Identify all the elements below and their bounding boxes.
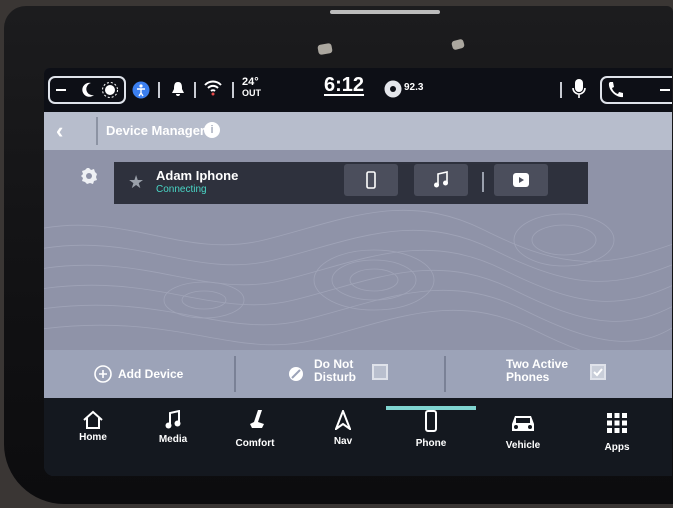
climate-mode-pill[interactable]: [48, 76, 126, 104]
star-icon[interactable]: ★: [128, 172, 144, 193]
do-not-disturb-icon: [289, 367, 303, 381]
add-circle-icon: [94, 365, 112, 383]
nav-apps-label: Apps: [604, 442, 630, 453]
device-actions-bar: Add Device Do Not Disturb Two Active Pho…: [44, 350, 672, 398]
page-title: Device Manager: [106, 123, 205, 138]
do-not-disturb-toggle[interactable]: Do Not Disturb: [284, 354, 404, 394]
wifi-icon: [204, 80, 222, 96]
bezel-glint: [330, 10, 440, 14]
minus-icon: [660, 89, 670, 91]
minus-icon: [56, 89, 66, 91]
moon-icon: [82, 82, 94, 97]
nav-vehicle[interactable]: Vehicle: [484, 398, 562, 468]
page-header: ‹ Device Manager i: [44, 112, 672, 150]
radio-icon[interactable]: [384, 80, 402, 98]
nav-media[interactable]: Media: [134, 398, 212, 468]
two-active-phones-toggle[interactable]: Two Active Phones: [494, 354, 624, 394]
phone-device-icon: [366, 171, 376, 189]
do-not-disturb-label: Do Not: [314, 357, 354, 371]
phone-icon: [608, 82, 623, 98]
bottom-nav: Home Media Comfort Nav Phone Vehicle App…: [44, 398, 672, 476]
car-icon: [512, 416, 534, 431]
nav-media-label: Media: [158, 434, 188, 445]
nav-nav-label: Nav: [333, 436, 353, 447]
separator: [194, 82, 196, 98]
separator: [444, 356, 446, 392]
back-button[interactable]: ‹: [56, 120, 78, 142]
info-icon[interactable]: i: [204, 122, 220, 138]
infotainment-screen: 24° OUT 6:12 92.3 ‹ Device Manager i ★ A…: [44, 68, 672, 476]
sun-icon: [102, 82, 118, 98]
nav-apps[interactable]: Apps: [578, 398, 656, 468]
projection-icon: [513, 173, 529, 187]
two-active-phones-checkbox[interactable]: [590, 364, 606, 380]
nav-comfort[interactable]: Comfort: [216, 398, 294, 468]
separator: [96, 117, 98, 145]
nav-phone[interactable]: Phone: [392, 398, 470, 468]
clock: 6:12: [324, 74, 365, 96]
nav-home[interactable]: Home: [54, 398, 132, 468]
media-button[interactable]: [414, 164, 468, 196]
do-not-disturb-label: Disturb: [314, 370, 356, 384]
separator: [158, 82, 160, 98]
projection-button[interactable]: [494, 164, 548, 196]
separator: [482, 172, 484, 192]
accessibility-icon[interactable]: [132, 81, 150, 99]
checkmark-icon: [593, 368, 603, 377]
gear-icon[interactable]: [80, 167, 98, 185]
outside-temperature: 24°: [242, 76, 259, 88]
status-bar: 24° OUT 6:12 92.3: [44, 68, 672, 112]
separator: [560, 82, 562, 98]
outside-temperature-label: OUT: [242, 88, 261, 98]
phone-device-icon: [425, 410, 437, 432]
grid-icon: [607, 413, 627, 433]
nav-comfort-label: Comfort: [235, 438, 275, 449]
nav-home-label: Home: [79, 432, 107, 443]
two-active-phones-label: Phones: [506, 370, 550, 384]
nav-arrow-icon: [335, 410, 351, 430]
radio-frequency[interactable]: 92.3: [404, 82, 423, 93]
separator: [234, 356, 236, 392]
phone-device-button[interactable]: [344, 164, 398, 196]
add-device-label: Add Device: [118, 367, 184, 381]
home-icon: [83, 410, 103, 429]
separator: [232, 82, 234, 98]
bell-icon[interactable]: [170, 80, 186, 98]
music-note-icon: [434, 171, 448, 188]
two-active-phones-label: Two Active: [506, 357, 569, 371]
phone-pill[interactable]: [600, 76, 672, 104]
device-name: Adam Iphone: [156, 168, 239, 183]
device-card[interactable]: ★ Adam Iphone Connecting: [114, 162, 588, 204]
seat-icon: [250, 410, 264, 428]
add-device-button[interactable]: Add Device: [84, 356, 224, 392]
microphone-icon[interactable]: [572, 78, 586, 100]
nav-nav[interactable]: Nav: [304, 398, 382, 468]
device-list-area: ★ Adam Iphone Connecting: [44, 150, 672, 350]
nav-phone-label: Phone: [415, 438, 447, 449]
do-not-disturb-checkbox[interactable]: [372, 364, 388, 380]
device-status: Connecting: [156, 184, 207, 195]
nav-vehicle-label: Vehicle: [505, 440, 541, 451]
music-icon: [165, 410, 181, 429]
